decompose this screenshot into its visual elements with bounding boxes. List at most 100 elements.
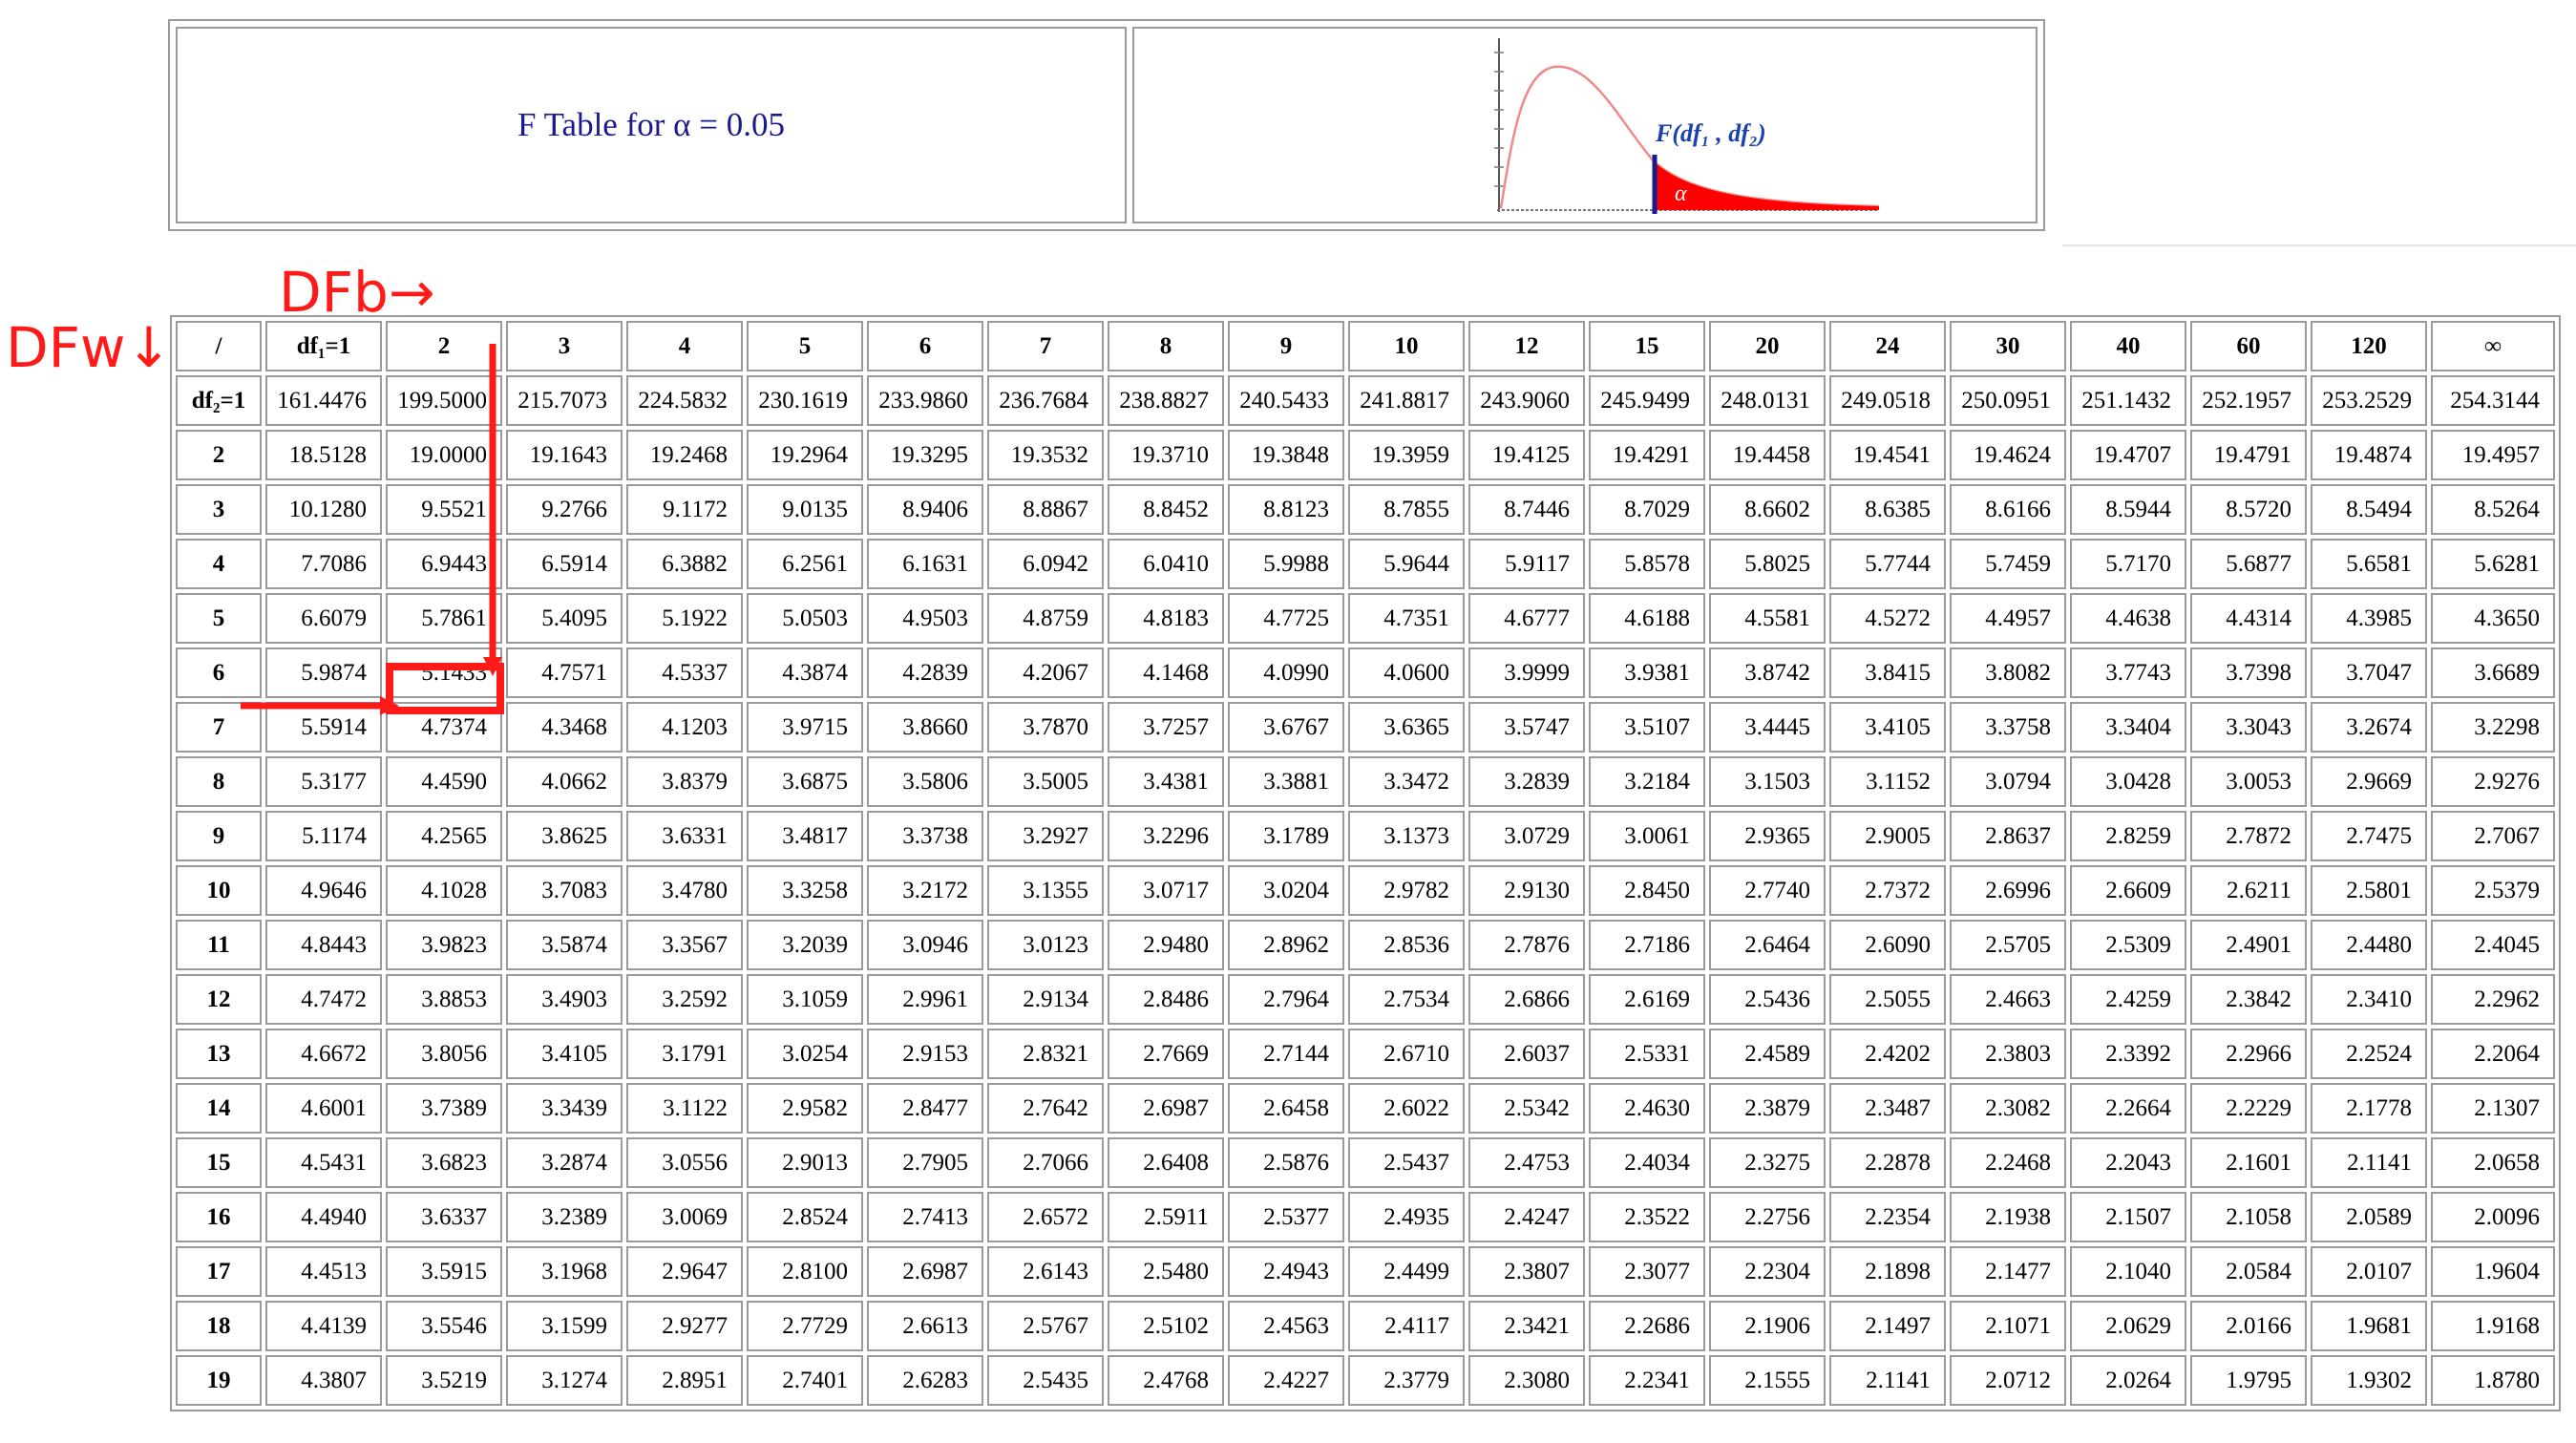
table-row: 5 6.6079 5.7861 5.4095 5.1922 5.0503 4.9503 4.8…	[176, 593, 2555, 644]
table-cell: 4.2067	[987, 647, 1104, 698]
table-cell: 5.8578	[1589, 539, 1705, 589]
table-cell: 230.1619	[747, 375, 863, 426]
table-cell: 2.3803	[1950, 1029, 2066, 1079]
table-cell: 3.2298	[2431, 702, 2555, 753]
table-cell: 8.7446	[1468, 484, 1585, 535]
table-cell: 3.0061	[1589, 811, 1705, 861]
table-cell: 4.5581	[1709, 593, 1826, 644]
table-cell: 3.1274	[506, 1355, 623, 1406]
table-cell: 3.7870	[987, 702, 1104, 753]
column-header-16: 60	[2190, 321, 2307, 371]
table-cell: 2.7872	[2190, 811, 2307, 861]
table-cell: 4.3874	[747, 647, 863, 698]
table-cell: 2.6996	[1950, 865, 2066, 916]
table-cell: 4.7571	[506, 647, 623, 698]
table-cell: 2.6211	[2190, 865, 2307, 916]
table-cell: 8.7029	[1589, 484, 1705, 535]
table-cell: 3.6767	[1228, 702, 1344, 753]
table-cell: 161.4476	[265, 375, 382, 426]
table-cell: 2.5767	[987, 1301, 1104, 1351]
table-cell: 2.7372	[1829, 865, 1946, 916]
row-header: 5	[176, 593, 262, 644]
table-cell: 4.6672	[265, 1029, 382, 1079]
table-cell: 8.5720	[2190, 484, 2307, 535]
table-cell: 19.2964	[747, 430, 863, 480]
table-cell: 2.4045	[2431, 920, 2555, 970]
table-cell: 4.8759	[987, 593, 1104, 644]
table-cell: 8.9406	[867, 484, 983, 535]
column-header-6: 7	[987, 321, 1104, 371]
table-cell: 4.6001	[265, 1083, 382, 1134]
table-cell: 5.7170	[2070, 539, 2186, 589]
table-cell: 2.9647	[626, 1246, 743, 1297]
table-cell: 19.4957	[2431, 430, 2555, 480]
table-cell: 5.9874	[265, 647, 382, 698]
table-cell: 2.1141	[1829, 1355, 1946, 1406]
table-cell: 238.8827	[1108, 375, 1224, 426]
f-distribution-graph: F(df₁ , df₂) α	[1494, 38, 1880, 214]
table-cell: 6.0942	[987, 539, 1104, 589]
table-cell: 2.9013	[747, 1137, 863, 1188]
table-cell: 4.2839	[867, 647, 983, 698]
table-cell: 8.6166	[1950, 484, 2066, 535]
table-cell: 8.5944	[2070, 484, 2186, 535]
table-cell: 2.9669	[2311, 756, 2427, 807]
table-cell: 199.5000	[386, 375, 502, 426]
table-cell: 4.5272	[1829, 593, 1946, 644]
table-cell: 4.4940	[265, 1192, 382, 1242]
table-cell: 2.3842	[2190, 974, 2307, 1025]
table-cell: 2.5102	[1108, 1301, 1224, 1351]
table-cell: 240.5433	[1228, 375, 1344, 426]
table-cell: 3.1355	[987, 865, 1104, 916]
table-cell: 4.3468	[506, 702, 623, 753]
header-box: F Table for α = 0.05 F(df₁ , df₂) α	[168, 19, 2045, 231]
table-cell: 3.5806	[867, 756, 983, 807]
table-cell: 250.0951	[1950, 375, 2066, 426]
table-cell: 249.0518	[1829, 375, 1946, 426]
table-cell: 252.1957	[2190, 375, 2307, 426]
table-cell: 3.4105	[1829, 702, 1946, 753]
table-cell: 2.3522	[1589, 1192, 1705, 1242]
table-cell: 2.5342	[1468, 1083, 1585, 1134]
table-cell: 1.9302	[2311, 1355, 2427, 1406]
table-cell: 2.2304	[1709, 1246, 1826, 1297]
table-cell: 5.1433	[386, 647, 502, 698]
table-cell: 3.6331	[626, 811, 743, 861]
table-cell: 19.3710	[1108, 430, 1224, 480]
table-cell: 2.2468	[1950, 1137, 2066, 1188]
table-cell: 3.2674	[2311, 702, 2427, 753]
table-cell: 2.8321	[987, 1029, 1104, 1079]
table-cell: 2.9961	[867, 974, 983, 1025]
table-cell: 3.5546	[386, 1301, 502, 1351]
table-cell: 2.5055	[1829, 974, 1946, 1025]
table-cell: 2.8486	[1108, 974, 1224, 1025]
table-cell: 5.6877	[2190, 539, 2307, 589]
table-cell: 2.9365	[1709, 811, 1826, 861]
table-cell: 2.7905	[867, 1137, 983, 1188]
table-body: df₂=1 161.4476 199.5000 215.7073 224.5832 230…	[176, 375, 2555, 1406]
table-cell: 3.7743	[2070, 647, 2186, 698]
table-cell: 3.9715	[747, 702, 863, 753]
table-cell: 19.4458	[1709, 430, 1826, 480]
table-cell: 3.5915	[386, 1246, 502, 1297]
table-cell: 2.2756	[1709, 1192, 1826, 1242]
table-cell: 2.1778	[2311, 1083, 2427, 1134]
table-cell: 3.8625	[506, 811, 623, 861]
table-cell: 2.2043	[2070, 1137, 2186, 1188]
table-cell: 2.0589	[2311, 1192, 2427, 1242]
table-cell: 5.9988	[1228, 539, 1344, 589]
table-cell: 2.4589	[1709, 1029, 1826, 1079]
table-cell: 3.4445	[1709, 702, 1826, 753]
table-cell: 2.0166	[2190, 1301, 2307, 1351]
row-header: 16	[176, 1192, 262, 1242]
table-cell: 8.5264	[2431, 484, 2555, 535]
row-header: 18	[176, 1301, 262, 1351]
table-cell: 2.6458	[1228, 1083, 1344, 1134]
table-cell: 2.3807	[1468, 1246, 1585, 1297]
table-cell: 2.3077	[1589, 1246, 1705, 1297]
alpha-label: α	[1675, 181, 1687, 206]
column-header-15: 40	[2070, 321, 2186, 371]
table-cell: 2.4563	[1228, 1301, 1344, 1351]
table-cell: 3.0556	[626, 1137, 743, 1188]
table-cell: 4.6777	[1468, 593, 1585, 644]
